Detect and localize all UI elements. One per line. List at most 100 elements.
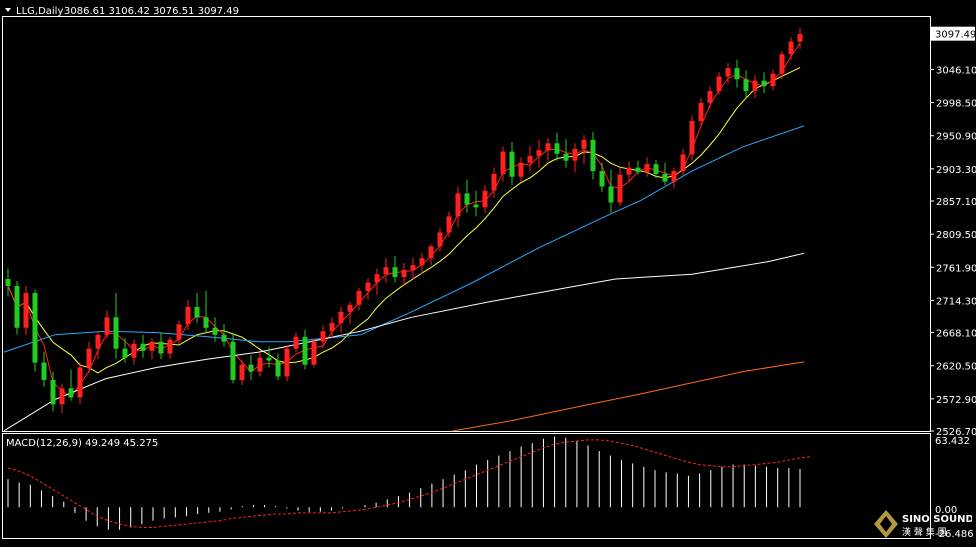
candle-body xyxy=(23,292,29,328)
candle-body xyxy=(455,193,461,217)
candle-body xyxy=(563,153,569,161)
candle-body xyxy=(644,164,650,172)
candle-body xyxy=(32,292,38,363)
price-tick-label: 2761.90 xyxy=(936,263,976,274)
candle-body xyxy=(41,362,47,380)
candle-body xyxy=(662,173,668,182)
candle-body xyxy=(743,79,749,92)
logo-emblem-icon xyxy=(874,510,898,538)
candle-body xyxy=(158,341,164,354)
candle-body xyxy=(149,341,155,351)
candle-body xyxy=(761,80,767,87)
candle-body xyxy=(311,341,317,365)
macd-signal-line xyxy=(7,439,812,528)
ma-orange-line xyxy=(452,361,805,432)
candle-body xyxy=(545,143,551,151)
candle-body xyxy=(500,151,506,174)
candle-body xyxy=(599,171,605,187)
candle-body xyxy=(203,317,209,328)
candle-body xyxy=(266,357,272,361)
candle-body xyxy=(374,274,380,283)
candle-body xyxy=(572,148,578,161)
price-tick-label: 2998.50 xyxy=(936,99,976,110)
candle-body xyxy=(680,154,686,172)
candle-body xyxy=(257,357,263,372)
candle-body xyxy=(671,171,677,182)
candle-body xyxy=(779,54,785,74)
sino-sound-watermark: SINO SOUND 漢 聲 集 團 xyxy=(872,508,974,540)
candle-body xyxy=(167,339,173,354)
current-price-badge: 3097.49 xyxy=(931,26,976,41)
candle-body xyxy=(554,143,560,154)
candle-body xyxy=(356,290,362,305)
candle-body xyxy=(14,286,20,328)
chart-canvas: LLG,Daily 3086.61 3106.42 3076.51 3097.4… xyxy=(2,6,976,540)
candle-body xyxy=(437,232,443,247)
candle-body xyxy=(725,68,731,77)
price-tick-label: 2668.10 xyxy=(936,329,976,340)
candle-body xyxy=(293,336,299,349)
candle-body xyxy=(590,139,596,172)
price-tick-label: 2903.30 xyxy=(936,165,976,176)
ma-red-line xyxy=(7,43,801,398)
candle-body xyxy=(635,167,641,172)
candle-body xyxy=(230,341,236,380)
candle-body xyxy=(5,279,11,287)
candle-body xyxy=(131,343,137,358)
candle-body xyxy=(797,34,803,42)
candle-body xyxy=(176,324,182,340)
candle-body xyxy=(482,190,488,208)
candle-body xyxy=(59,388,65,405)
candle-body xyxy=(410,265,416,270)
candle-body xyxy=(365,282,371,291)
candle-body xyxy=(140,343,146,351)
price-tick-label: 2950.90 xyxy=(936,132,976,143)
candle-body xyxy=(446,216,452,233)
candle-body xyxy=(509,151,515,177)
candle-body xyxy=(626,167,632,175)
candle-body xyxy=(320,331,326,342)
chart-window: LLG,Daily 3086.61 3106.42 3076.51 3097.4… xyxy=(0,0,976,543)
ma-yellow-line xyxy=(7,67,801,374)
candle-body xyxy=(707,91,713,103)
candle-body xyxy=(752,80,758,92)
price-axis: 3046.10 2998.50 2950.90 2903.30 2857.10 2809.… xyxy=(930,65,976,438)
chart-header: LLG,Daily 3086.61 3106.42 3076.51 3097.4… xyxy=(5,6,239,17)
current-price-label: 3097.49 xyxy=(935,30,976,41)
candle-body xyxy=(113,317,119,349)
macd-series xyxy=(7,436,812,530)
candle-body xyxy=(104,317,110,335)
candle-body xyxy=(536,150,542,156)
main-chart-frame xyxy=(2,16,931,432)
candle-body xyxy=(428,246,434,259)
candlestick-series xyxy=(5,27,803,414)
candle-body xyxy=(419,258,425,266)
candle-body xyxy=(383,267,389,275)
symbol-label: LLG,Daily xyxy=(16,6,63,17)
candle-body xyxy=(50,379,56,405)
candle-body xyxy=(338,311,344,323)
candle-body xyxy=(734,68,740,80)
candle-body xyxy=(239,364,245,380)
price-tick-label: 3046.10 xyxy=(936,65,976,76)
candle-body xyxy=(329,322,335,332)
candle-body xyxy=(653,164,659,174)
candle-body xyxy=(392,267,398,277)
candle-body xyxy=(77,367,83,398)
price-tick-label: 2714.30 xyxy=(936,296,976,307)
candle-body xyxy=(698,102,704,122)
candle-body xyxy=(347,304,353,312)
candle-body xyxy=(581,139,587,149)
watermark-cn: 漢 聲 集 團 xyxy=(902,526,947,538)
candle-body xyxy=(221,334,227,342)
candle-body xyxy=(68,388,74,398)
macd-label: MACD(12,26,9) 49.249 45.275 xyxy=(6,438,158,449)
candle-body xyxy=(527,155,533,163)
ohlc-label: 3086.61 3106.42 3076.51 3097.49 xyxy=(64,6,239,17)
candle-body xyxy=(770,73,776,87)
candle-body xyxy=(401,269,407,277)
candle-body xyxy=(491,173,497,191)
price-tick-label: 2572.90 xyxy=(936,395,976,406)
candle-body xyxy=(518,162,524,177)
symbol-dropdown-icon[interactable] xyxy=(5,8,11,12)
